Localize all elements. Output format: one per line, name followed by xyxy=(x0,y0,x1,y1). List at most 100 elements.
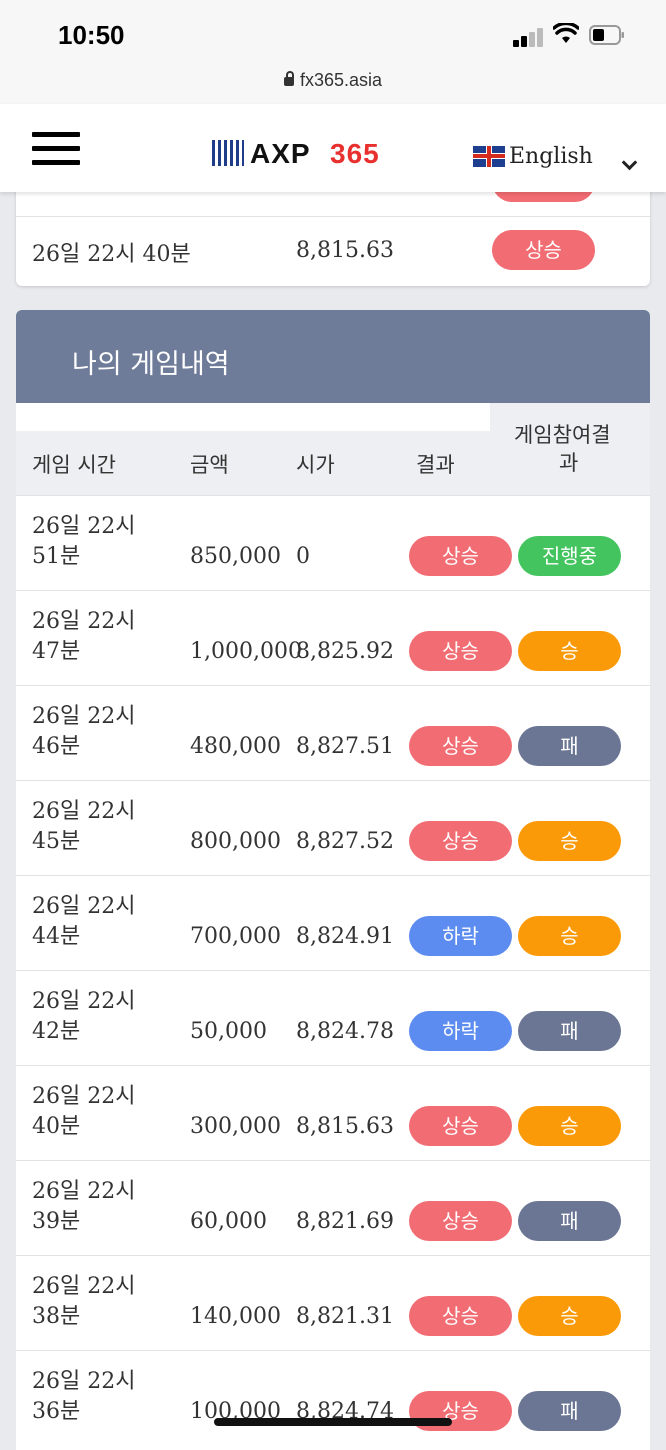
result-badge: 상승 xyxy=(409,631,512,671)
column-header-participation: 게임참여결 xyxy=(514,423,611,447)
row-amount: 700,000 xyxy=(190,924,281,949)
url-text: fx365.asia xyxy=(299,70,383,90)
address-bar[interactable]: fx365.asia xyxy=(0,62,666,105)
clock: 10:50 xyxy=(58,20,125,50)
row-amount: 1,000,000 xyxy=(190,639,302,664)
column-header-participation-wrap: 과 xyxy=(559,451,579,475)
row-time: 26일 22시 42분 xyxy=(32,987,135,1047)
row-time-minute: 38분 xyxy=(32,1304,81,1329)
row-time-minute: 47분 xyxy=(32,639,81,664)
menu-icon[interactable] xyxy=(32,132,80,168)
table-row: 26일 22시 40분 300,000 8,815.63 상승 승 xyxy=(16,1065,650,1160)
row-time-minute: 51분 xyxy=(32,544,81,569)
battery-icon xyxy=(589,25,624,45)
participation-badge: 패 xyxy=(518,726,621,766)
row-time-minute: 39분 xyxy=(32,1209,81,1234)
row-date: 26일 22시 40분 xyxy=(32,242,191,267)
row-time-day: 26일 22시 xyxy=(32,609,136,634)
result-badge: 하락 xyxy=(409,1011,512,1051)
row-amount: 800,000 xyxy=(190,829,281,854)
column-header-amount: 금액 xyxy=(190,453,229,477)
site-header: AXP 365 English xyxy=(0,104,666,192)
table-row: 26일 22시 44분 700,000 8,824.91 하락 승 xyxy=(16,875,650,970)
table-row: 26일 22시 36분 100,000 8,824.74 상승 패 xyxy=(16,1350,650,1445)
result-badge: 상승 xyxy=(409,1106,512,1146)
participation-badge: 승 xyxy=(518,1296,621,1336)
row-time: 26일 22시 46분 xyxy=(32,702,135,762)
logo-text-365: 365 xyxy=(330,138,380,169)
row-time-minute: 36분 xyxy=(32,1399,81,1424)
row-amount: 300,000 xyxy=(190,1114,281,1139)
participation-badge: 승 xyxy=(518,631,621,671)
row-open-price: 8,827.51 xyxy=(296,734,394,759)
row-price: 8,815.63 xyxy=(296,238,394,263)
row-time-day: 26일 22시 xyxy=(32,799,136,824)
row-time-minute: 42분 xyxy=(32,1019,81,1044)
result-badge: 상승 xyxy=(409,536,512,576)
row-open-price: 8,827.52 xyxy=(296,829,394,854)
table-row: 26일 22시 47분 1,000,000 8,825.92 상승 승 xyxy=(16,590,650,685)
row-amount: 480,000 xyxy=(190,734,281,759)
table-row: 26일 22시 45분 800,000 8,827.52 상승 승 xyxy=(16,780,650,875)
table-header: 게임 시간 금액 시가 결과 게임참여결 과 xyxy=(16,403,650,495)
row-time-day: 26일 22시 xyxy=(32,894,136,919)
home-indicator xyxy=(214,1418,452,1426)
result-badge: 상승 xyxy=(409,726,512,766)
row-time-day: 26일 22시 xyxy=(32,514,136,539)
table-row: 26일 22시 51분 850,000 0 상승 진행중 xyxy=(16,495,650,590)
row-time: 26일 22시 45분 xyxy=(32,797,135,857)
table-row: 26일 22시 38분 140,000 8,821.31 상승 승 xyxy=(16,1255,650,1350)
row-amount: 850,000 xyxy=(190,544,281,569)
result-badge: 상승 xyxy=(409,1296,512,1336)
row-time-day: 26일 22시 xyxy=(32,989,136,1014)
row-time-day: 26일 22시 xyxy=(32,1274,136,1299)
uk-flag-icon xyxy=(473,146,505,167)
cellular-signal-icon xyxy=(513,27,543,47)
row-amount: 140,000 xyxy=(190,1304,281,1329)
row-amount: 60,000 xyxy=(190,1209,267,1234)
language-label: English xyxy=(509,144,593,169)
row-amount: 50,000 xyxy=(190,1019,267,1044)
lock-icon xyxy=(283,71,294,86)
result-badge: 상승 xyxy=(492,230,595,270)
participation-badge: 진행중 xyxy=(518,536,621,576)
column-header-result: 결과 xyxy=(416,453,455,477)
row-time-minute: 45분 xyxy=(32,829,81,854)
result-badge: 상승 xyxy=(409,821,512,861)
row-time-day: 26일 22시 xyxy=(32,1369,136,1394)
status-bar: 10:50 xyxy=(0,0,666,62)
participation-badge: 승 xyxy=(518,916,621,956)
row-open-price: 8,821.31 xyxy=(296,1304,394,1329)
participation-badge: 패 xyxy=(518,1201,621,1241)
row-time-day: 26일 22시 xyxy=(32,1179,136,1204)
row-open-price: 8,824.78 xyxy=(296,1019,394,1044)
row-time: 26일 22시 38분 xyxy=(32,1272,135,1332)
row-time-minute: 46분 xyxy=(32,734,81,759)
row-time-minute: 44분 xyxy=(32,924,81,949)
row-time: 26일 22시 40분 xyxy=(32,1082,135,1142)
row-time: 26일 22시 47분 xyxy=(32,607,135,667)
row-open-price: 8,821.69 xyxy=(296,1209,394,1234)
row-time: 26일 22시 44분 xyxy=(32,892,135,952)
table-row: 26일 22시 42분 50,000 8,824.78 하락 패 xyxy=(16,970,650,1065)
row-open-price: 8,825.92 xyxy=(296,639,394,664)
row-time: 26일 22시 39분 xyxy=(32,1177,135,1237)
logo-text-axp: AXP xyxy=(250,138,311,169)
logo-mark-icon xyxy=(212,140,244,166)
row-open-price: 8,824.91 xyxy=(296,924,394,949)
participation-badge: 패 xyxy=(518,1011,621,1051)
wifi-icon xyxy=(553,23,579,43)
card-header: 나의 게임내역 xyxy=(16,310,650,403)
row-time: 26일 22시 51분 xyxy=(32,512,135,572)
table-row: 26일 22시 39분 60,000 8,821.69 상승 패 xyxy=(16,1160,650,1255)
table-row: 26일 22시 46분 480,000 8,827.51 상승 패 xyxy=(16,685,650,780)
row-open-price: 0 xyxy=(296,544,310,569)
card-title: 나의 게임내역 xyxy=(72,349,230,380)
row-time-minute: 40분 xyxy=(32,1114,81,1139)
column-header-open: 시가 xyxy=(296,453,335,477)
game-history-card: 나의 게임내역 게임 시간 금액 시가 결과 게임참여결 과 26일 22시 51… xyxy=(16,310,650,1450)
participation-badge: 승 xyxy=(518,1106,621,1146)
row-time-day: 26일 22시 xyxy=(32,1084,136,1109)
participation-badge: 패 xyxy=(518,1391,621,1431)
row-time-day: 26일 22시 xyxy=(32,704,136,729)
